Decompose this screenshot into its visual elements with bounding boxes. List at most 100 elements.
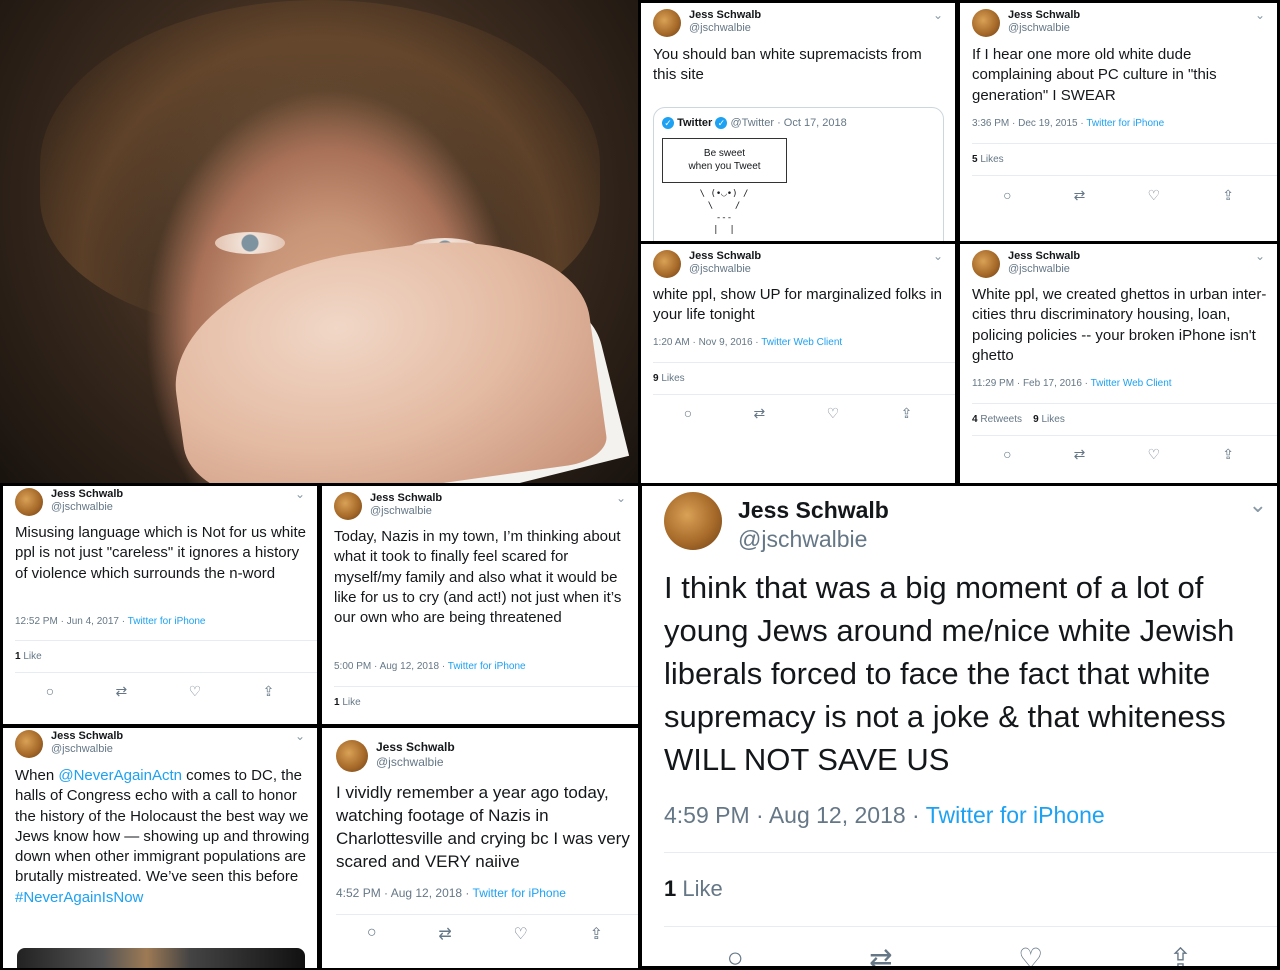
divider: [653, 394, 955, 395]
tweet-card[interactable]: Jess Schwalb @jschwalbie ⌄ Misusing lang…: [3, 486, 317, 724]
heart-icon[interactable]: ♡: [189, 683, 202, 700]
chevron-down-icon[interactable]: ⌄: [616, 491, 626, 505]
tweet-card[interactable]: Jess Schwalb @jschwalbie ⌄ You should ba…: [641, 3, 955, 241]
tweet-card[interactable]: Jess Schwalb @jschwalbie ⌄ White ppl, we…: [960, 244, 1277, 483]
retweet-icon[interactable]: ⇄: [116, 683, 128, 700]
chevron-down-icon[interactable]: ⌄: [1249, 492, 1267, 518]
tweet-timestamp: 4:52 PM · Aug 12, 2018 · Twitter for iPh…: [336, 886, 566, 900]
display-name[interactable]: Jess Schwalb: [1008, 9, 1080, 22]
user-handle[interactable]: @jschwalbie: [738, 525, 889, 554]
display-name[interactable]: Jess Schwalb: [51, 488, 123, 501]
avatar[interactable]: [336, 740, 368, 772]
chevron-down-icon[interactable]: ⌄: [1255, 8, 1265, 22]
source-link[interactable]: Twitter for iPhone: [926, 802, 1105, 828]
retweet-icon[interactable]: ⇄: [869, 942, 892, 966]
user-handle[interactable]: @jschwalbie: [689, 263, 761, 276]
chevron-down-icon[interactable]: ⌄: [933, 249, 943, 263]
tweet-card[interactable]: Jess Schwalb @jschwalbie I vividly remem…: [322, 728, 638, 968]
source-link[interactable]: Twitter for iPhone: [448, 661, 526, 672]
tweet-text-part: When: [15, 767, 59, 784]
source-link[interactable]: Twitter for iPhone: [1086, 118, 1164, 129]
avatar[interactable]: [664, 492, 722, 550]
likes-label: Like: [20, 651, 42, 662]
tweet-card[interactable]: Jess Schwalb @jschwalbie ⌄ When @NeverAg…: [3, 728, 317, 968]
divider: [972, 403, 1277, 404]
tweet-text: You should ban white supremacists from t…: [653, 46, 922, 84]
tweet-card[interactable]: Jess Schwalb @jschwalbie ⌄ white ppl, sh…: [641, 244, 955, 483]
reply-icon[interactable]: ○: [684, 405, 692, 422]
reply-icon[interactable]: ○: [1003, 187, 1011, 204]
avatar[interactable]: [653, 9, 681, 37]
share-icon[interactable]: ⇪: [263, 683, 275, 700]
user-handle[interactable]: @jschwalbie: [51, 743, 123, 756]
tweet-text: Today, Nazis in my town, I’m thinking ab…: [334, 528, 622, 626]
display-name[interactable]: Jess Schwalb: [689, 9, 761, 22]
heart-icon[interactable]: ♡: [1018, 942, 1043, 966]
retweets-label: Retweets: [977, 414, 1023, 425]
heart-icon[interactable]: ♡: [827, 405, 840, 422]
share-icon[interactable]: ⇪: [901, 405, 913, 422]
source-link[interactable]: Twitter Web Client: [761, 337, 842, 348]
user-handle[interactable]: @jschwalbie: [1008, 263, 1080, 276]
heart-icon[interactable]: ♡: [1148, 187, 1161, 204]
display-name[interactable]: Jess Schwalb: [689, 250, 761, 263]
chevron-down-icon[interactable]: ⌄: [295, 487, 305, 501]
likes-count[interactable]: 1 Like: [334, 697, 361, 708]
retweet-icon[interactable]: ⇄: [1074, 446, 1086, 463]
reply-icon[interactable]: ○: [1003, 446, 1011, 463]
likes-count[interactable]: 5 Likes: [972, 154, 1004, 165]
avatar[interactable]: [972, 250, 1000, 278]
display-name[interactable]: Jess Schwalb: [1008, 250, 1080, 263]
source-link[interactable]: Twitter Web Client: [1091, 378, 1172, 389]
share-icon[interactable]: ⇪: [590, 924, 603, 944]
hashtag-link[interactable]: #NeverAgainIsNow: [15, 889, 143, 906]
likes-count[interactable]: 1 Like: [15, 651, 42, 662]
reply-icon[interactable]: ○: [727, 942, 744, 966]
user-handle[interactable]: @jschwalbie: [51, 501, 123, 514]
avatar[interactable]: [15, 730, 43, 758]
avatar[interactable]: [972, 9, 1000, 37]
tweet-card[interactable]: Jess Schwalb @jschwalbie ⌄ Today, Nazis …: [322, 486, 638, 724]
user-handle[interactable]: @jschwalbie: [370, 505, 442, 518]
likes-count[interactable]: 1 Like: [664, 876, 723, 902]
retweet-icon[interactable]: ⇄: [1074, 187, 1086, 204]
likes-count[interactable]: 9 Likes: [1033, 414, 1065, 425]
attached-media[interactable]: [17, 948, 305, 968]
mention-link[interactable]: @NeverAgainActn: [58, 767, 182, 784]
likes-count[interactable]: 9 Likes: [653, 373, 685, 384]
user-handle[interactable]: @jschwalbie: [689, 22, 761, 35]
retweets-count[interactable]: 4 Retweets: [972, 414, 1022, 425]
retweet-icon[interactable]: ⇄: [438, 924, 451, 944]
tweet-card-large[interactable]: Jess Schwalb @jschwalbie ⌄ I think that …: [642, 486, 1277, 966]
heart-icon[interactable]: ♡: [514, 924, 528, 944]
avatar[interactable]: [653, 250, 681, 278]
display-name[interactable]: Jess Schwalb: [51, 730, 123, 743]
chevron-down-icon[interactable]: ⌄: [933, 8, 943, 22]
share-icon[interactable]: ⇪: [1222, 446, 1234, 463]
retweet-icon[interactable]: ⇄: [754, 405, 766, 422]
chevron-down-icon[interactable]: ⌄: [1255, 249, 1265, 263]
display-name[interactable]: Jess Schwalb: [376, 740, 455, 755]
likes-label: Likes: [977, 154, 1004, 165]
chevron-down-icon[interactable]: ⌄: [295, 729, 305, 743]
tweet-text: If I hear one more old white dude compla…: [972, 46, 1217, 104]
tweet-text: I think that was a big moment of a lot o…: [664, 570, 1235, 777]
heart-icon[interactable]: ♡: [1148, 446, 1161, 463]
reply-icon[interactable]: ○: [46, 683, 54, 700]
display-name[interactable]: Jess Schwalb: [738, 496, 889, 525]
tweet-card[interactable]: Jess Schwalb @jschwalbie ⌄ If I hear one…: [960, 3, 1277, 241]
user-handle[interactable]: @jschwalbie: [1008, 22, 1080, 35]
ascii-sign: Be sweet when you Tweet: [662, 138, 787, 183]
user-handle[interactable]: @jschwalbie: [376, 755, 455, 770]
divider: [15, 672, 317, 673]
share-icon[interactable]: ⇪: [1169, 942, 1192, 966]
divider: [972, 435, 1277, 436]
display-name[interactable]: Jess Schwalb: [370, 492, 442, 505]
avatar[interactable]: [334, 492, 362, 520]
reply-icon[interactable]: ○: [367, 924, 377, 944]
quoted-tweet[interactable]: ✓ Twitter ✓ @Twitter · Oct 17, 2018 Be s…: [653, 107, 944, 241]
share-icon[interactable]: ⇪: [1222, 187, 1234, 204]
source-link[interactable]: Twitter for iPhone: [473, 886, 566, 900]
avatar[interactable]: [15, 488, 43, 516]
source-link[interactable]: Twitter for iPhone: [128, 616, 206, 627]
